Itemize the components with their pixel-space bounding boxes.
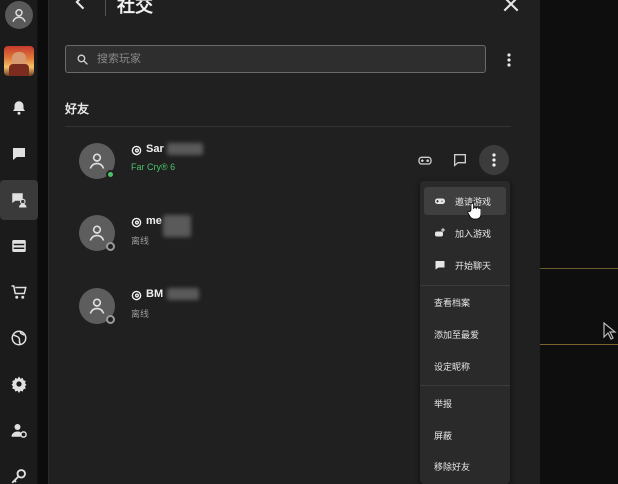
ubisoft-logo-icon: [131, 145, 142, 156]
friends-section-title: 好友: [65, 102, 90, 116]
account-settings-icon: [11, 424, 27, 438]
sidebar-item-profile[interactable]: [0, 0, 38, 35]
game-thumbnail: [4, 46, 34, 76]
settings-gear-icon: [11, 376, 27, 393]
friend-context-menu: 邀请游戏 加入游戏 开始聊天 查看档案 添加至最爱 设定昵称 举报 屏蔽 移除好…: [420, 181, 510, 484]
more-options-button[interactable]: [501, 50, 517, 70]
friend-status: 离线: [131, 236, 150, 246]
friend-more-button[interactable]: [479, 145, 509, 175]
sidebar-item-library[interactable]: [0, 226, 38, 266]
background-line: [540, 268, 618, 269]
menu-item-label: 举报: [434, 398, 453, 409]
friend-row[interactable]: Sar Far Cry® 6: [79, 143, 499, 183]
search-input[interactable]: [97, 53, 467, 65]
vertical-dots-icon: [507, 53, 511, 67]
profile-icon: [5, 1, 33, 29]
vertical-dots-icon: [492, 153, 496, 167]
ubisoft-logo-icon: [131, 217, 142, 228]
sidebar-item-store[interactable]: [0, 272, 38, 312]
menu-item-invite-game[interactable]: 邀请游戏: [424, 187, 506, 215]
join-game-icon: [435, 228, 445, 237]
page-title: 社交: [117, 0, 153, 16]
redacted-name: [167, 143, 203, 155]
back-arrow-icon[interactable]: [71, 0, 91, 12]
online-status-dot: [106, 170, 115, 179]
menu-divider: [420, 285, 510, 286]
menu-item-block[interactable]: 屏蔽: [424, 421, 506, 449]
redacted-name: [167, 288, 199, 300]
menu-item-label: 添加至最爱: [434, 329, 480, 340]
friend-name: me: [146, 215, 162, 227]
friend-status: Far Cry® 6: [131, 162, 176, 172]
social-icon: [12, 193, 27, 208]
chat-icon: [13, 148, 25, 160]
globe-icon: [11, 330, 27, 346]
default-avatar-icon: [89, 153, 105, 169]
menu-item-join-game[interactable]: 加入游戏: [424, 219, 506, 247]
sidebar: [0, 0, 38, 484]
search-icon: [77, 53, 88, 65]
sidebar-item-chat[interactable]: [0, 134, 38, 174]
game-background: [540, 0, 618, 484]
friend-status: 离线: [131, 309, 150, 319]
menu-item-remove-friend[interactable]: 移除好友: [424, 452, 506, 480]
sidebar-item-settings[interactable]: [0, 364, 38, 404]
menu-item-set-nickname[interactable]: 设定昵称: [424, 352, 506, 380]
section-divider: [65, 126, 511, 127]
arrow-cursor-icon: [603, 322, 617, 340]
menu-divider: [420, 385, 510, 386]
background-line: [540, 344, 618, 345]
menu-item-label: 屏蔽: [434, 430, 453, 441]
library-icon: [12, 240, 26, 252]
sidebar-item-social[interactable]: [0, 180, 38, 220]
menu-item-label: 查看档案: [434, 297, 471, 308]
store-cart-icon: [11, 285, 27, 299]
message-icon[interactable]: [452, 152, 468, 168]
invite-game-icon[interactable]: [417, 152, 433, 168]
gamepad-icon: [435, 198, 445, 204]
panel-header: 社交: [49, 0, 541, 16]
header-divider: [105, 0, 106, 16]
sidebar-item-key[interactable]: [0, 456, 38, 484]
sidebar-item-account[interactable]: [0, 410, 38, 450]
sidebar-item-game[interactable]: [0, 41, 38, 81]
hand-cursor-icon: [467, 202, 481, 220]
sidebar-item-global[interactable]: [0, 318, 38, 358]
menu-item-start-chat[interactable]: 开始聊天: [424, 251, 506, 279]
search-box: [65, 45, 486, 73]
default-avatar-icon: [89, 225, 105, 241]
chat-bubble-icon: [435, 261, 445, 270]
offline-status-dot: [106, 315, 115, 324]
default-avatar-icon: [89, 298, 105, 314]
redacted-name: [163, 215, 191, 237]
menu-item-view-profile[interactable]: 查看档案: [424, 288, 506, 316]
ubisoft-logo-icon: [131, 290, 142, 301]
close-icon[interactable]: [501, 0, 521, 14]
friend-name: Sar: [146, 143, 164, 155]
menu-item-report[interactable]: 举报: [424, 389, 506, 417]
menu-item-label: 移除好友: [434, 461, 471, 472]
bell-icon: [13, 101, 25, 115]
menu-item-label: 开始聊天: [455, 260, 492, 271]
friend-name: BM: [146, 288, 164, 300]
key-icon: [11, 469, 26, 484]
menu-item-add-favorite[interactable]: 添加至最爱: [424, 320, 506, 348]
offline-status-dot: [106, 242, 115, 251]
sidebar-item-notifications[interactable]: [0, 88, 38, 128]
menu-item-label: 加入游戏: [455, 228, 492, 239]
menu-item-label: 设定昵称: [434, 361, 471, 372]
